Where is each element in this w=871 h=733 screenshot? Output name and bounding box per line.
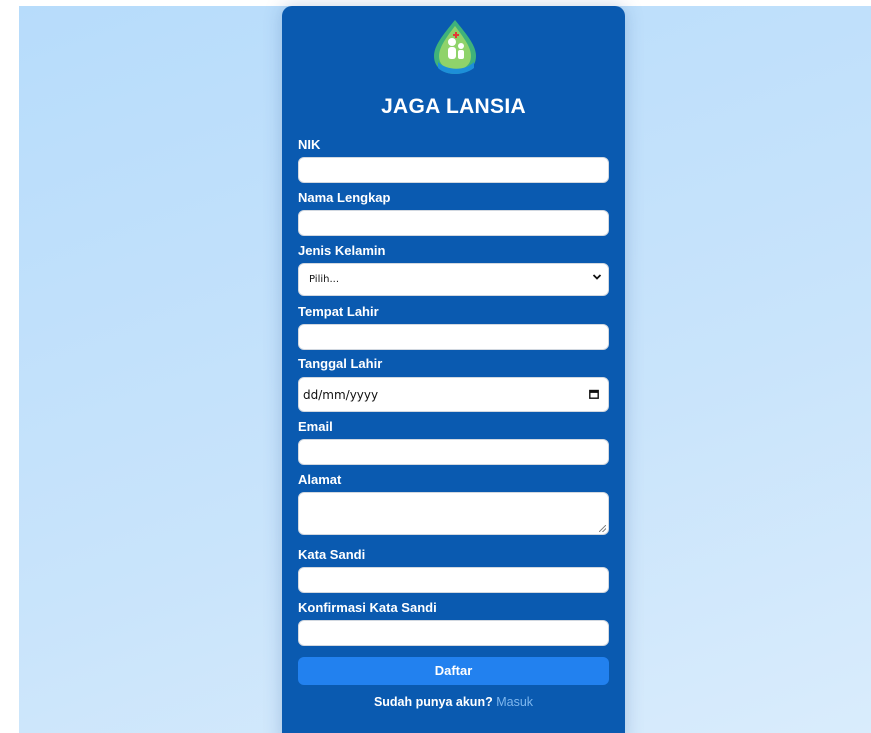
jenis-kelamin-selected: Pilih...: [309, 274, 340, 285]
app-title: JAGA LANSIA: [381, 95, 526, 118]
resize-handle-icon[interactable]: [599, 525, 606, 532]
konfirmasi-kata-sandi-input[interactable]: [298, 620, 609, 646]
login-prompt-text: Sudah punya akun?: [373, 695, 493, 709]
chevron-down-icon: [592, 274, 602, 280]
konfirmasi-kata-sandi-label: Konfirmasi Kata Sandi: [298, 600, 437, 615]
tempat-lahir-input[interactable]: [298, 324, 609, 350]
kata-sandi-label: Kata Sandi: [298, 547, 366, 562]
nik-input[interactable]: [298, 157, 609, 183]
alamat-textarea[interactable]: [298, 492, 609, 535]
email-label: Email: [298, 419, 333, 434]
masuk-link[interactable]: Masuk: [496, 695, 533, 709]
nama-lengkap-input[interactable]: [298, 210, 609, 236]
nik-label: NIK: [298, 137, 321, 152]
register-card: JAGA LANSIA NIK Nama Lengkap Jenis Kelam…: [282, 6, 625, 733]
tempat-lahir-label: Tempat Lahir: [298, 304, 379, 319]
email-input[interactable]: [298, 439, 609, 465]
app-logo-icon: [434, 20, 476, 74]
daftar-button[interactable]: Daftar: [298, 657, 609, 685]
jenis-kelamin-label: Jenis Kelamin: [298, 243, 386, 258]
tanggal-lahir-input[interactable]: dd/mm/yyyy: [298, 377, 609, 412]
tanggal-lahir-label: Tanggal Lahir: [298, 356, 383, 371]
nama-lengkap-label: Nama Lengkap: [298, 190, 391, 205]
login-prompt: Sudah punya akun? Masuk: [282, 695, 625, 709]
alamat-label: Alamat: [298, 472, 342, 487]
tanggal-lahir-placeholder: dd/mm/yyyy: [303, 388, 379, 402]
calendar-icon[interactable]: [589, 389, 599, 399]
kata-sandi-input[interactable]: [298, 567, 609, 593]
jenis-kelamin-select[interactable]: Pilih...: [298, 263, 609, 296]
